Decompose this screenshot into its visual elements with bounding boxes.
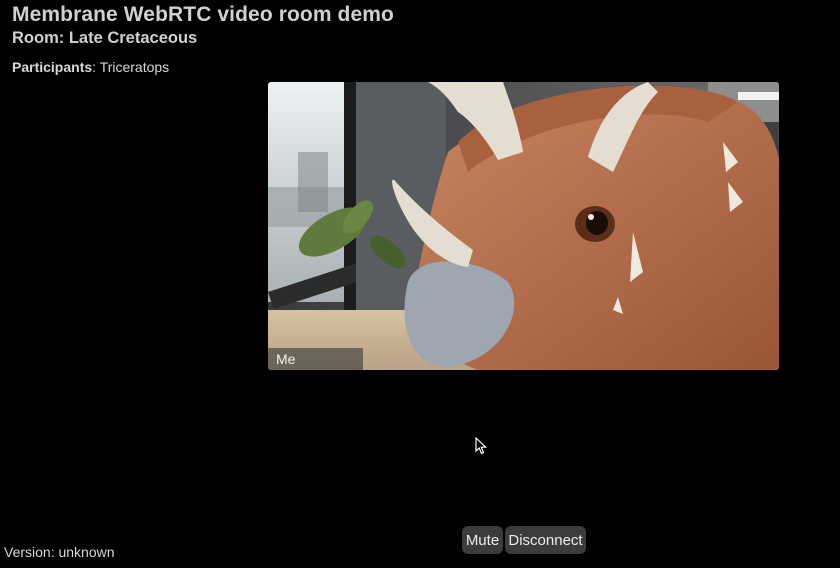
call-controls: Mute Disconnect <box>462 526 586 554</box>
participants-separator: : <box>92 59 100 75</box>
page-title: Membrane WebRTC video room demo <box>12 3 394 26</box>
participants-line: Participants: Triceratops <box>12 59 169 75</box>
disconnect-button[interactable]: Disconnect <box>505 526 586 554</box>
room-name: Room: Late Cretaceous <box>12 29 198 47</box>
mute-button[interactable]: Mute <box>462 526 503 554</box>
video-name-label: Me <box>268 348 363 370</box>
video-frame <box>268 82 779 370</box>
video-room-page: Membrane WebRTC video room demo Room: La… <box>0 0 840 568</box>
participants-label: Participants <box>12 59 93 75</box>
mouse-pointer-icon <box>475 437 487 455</box>
participants-names: Triceratops <box>99 59 170 75</box>
local-video-tile: Me <box>268 82 779 370</box>
version-text: Version: unknown <box>4 544 115 560</box>
